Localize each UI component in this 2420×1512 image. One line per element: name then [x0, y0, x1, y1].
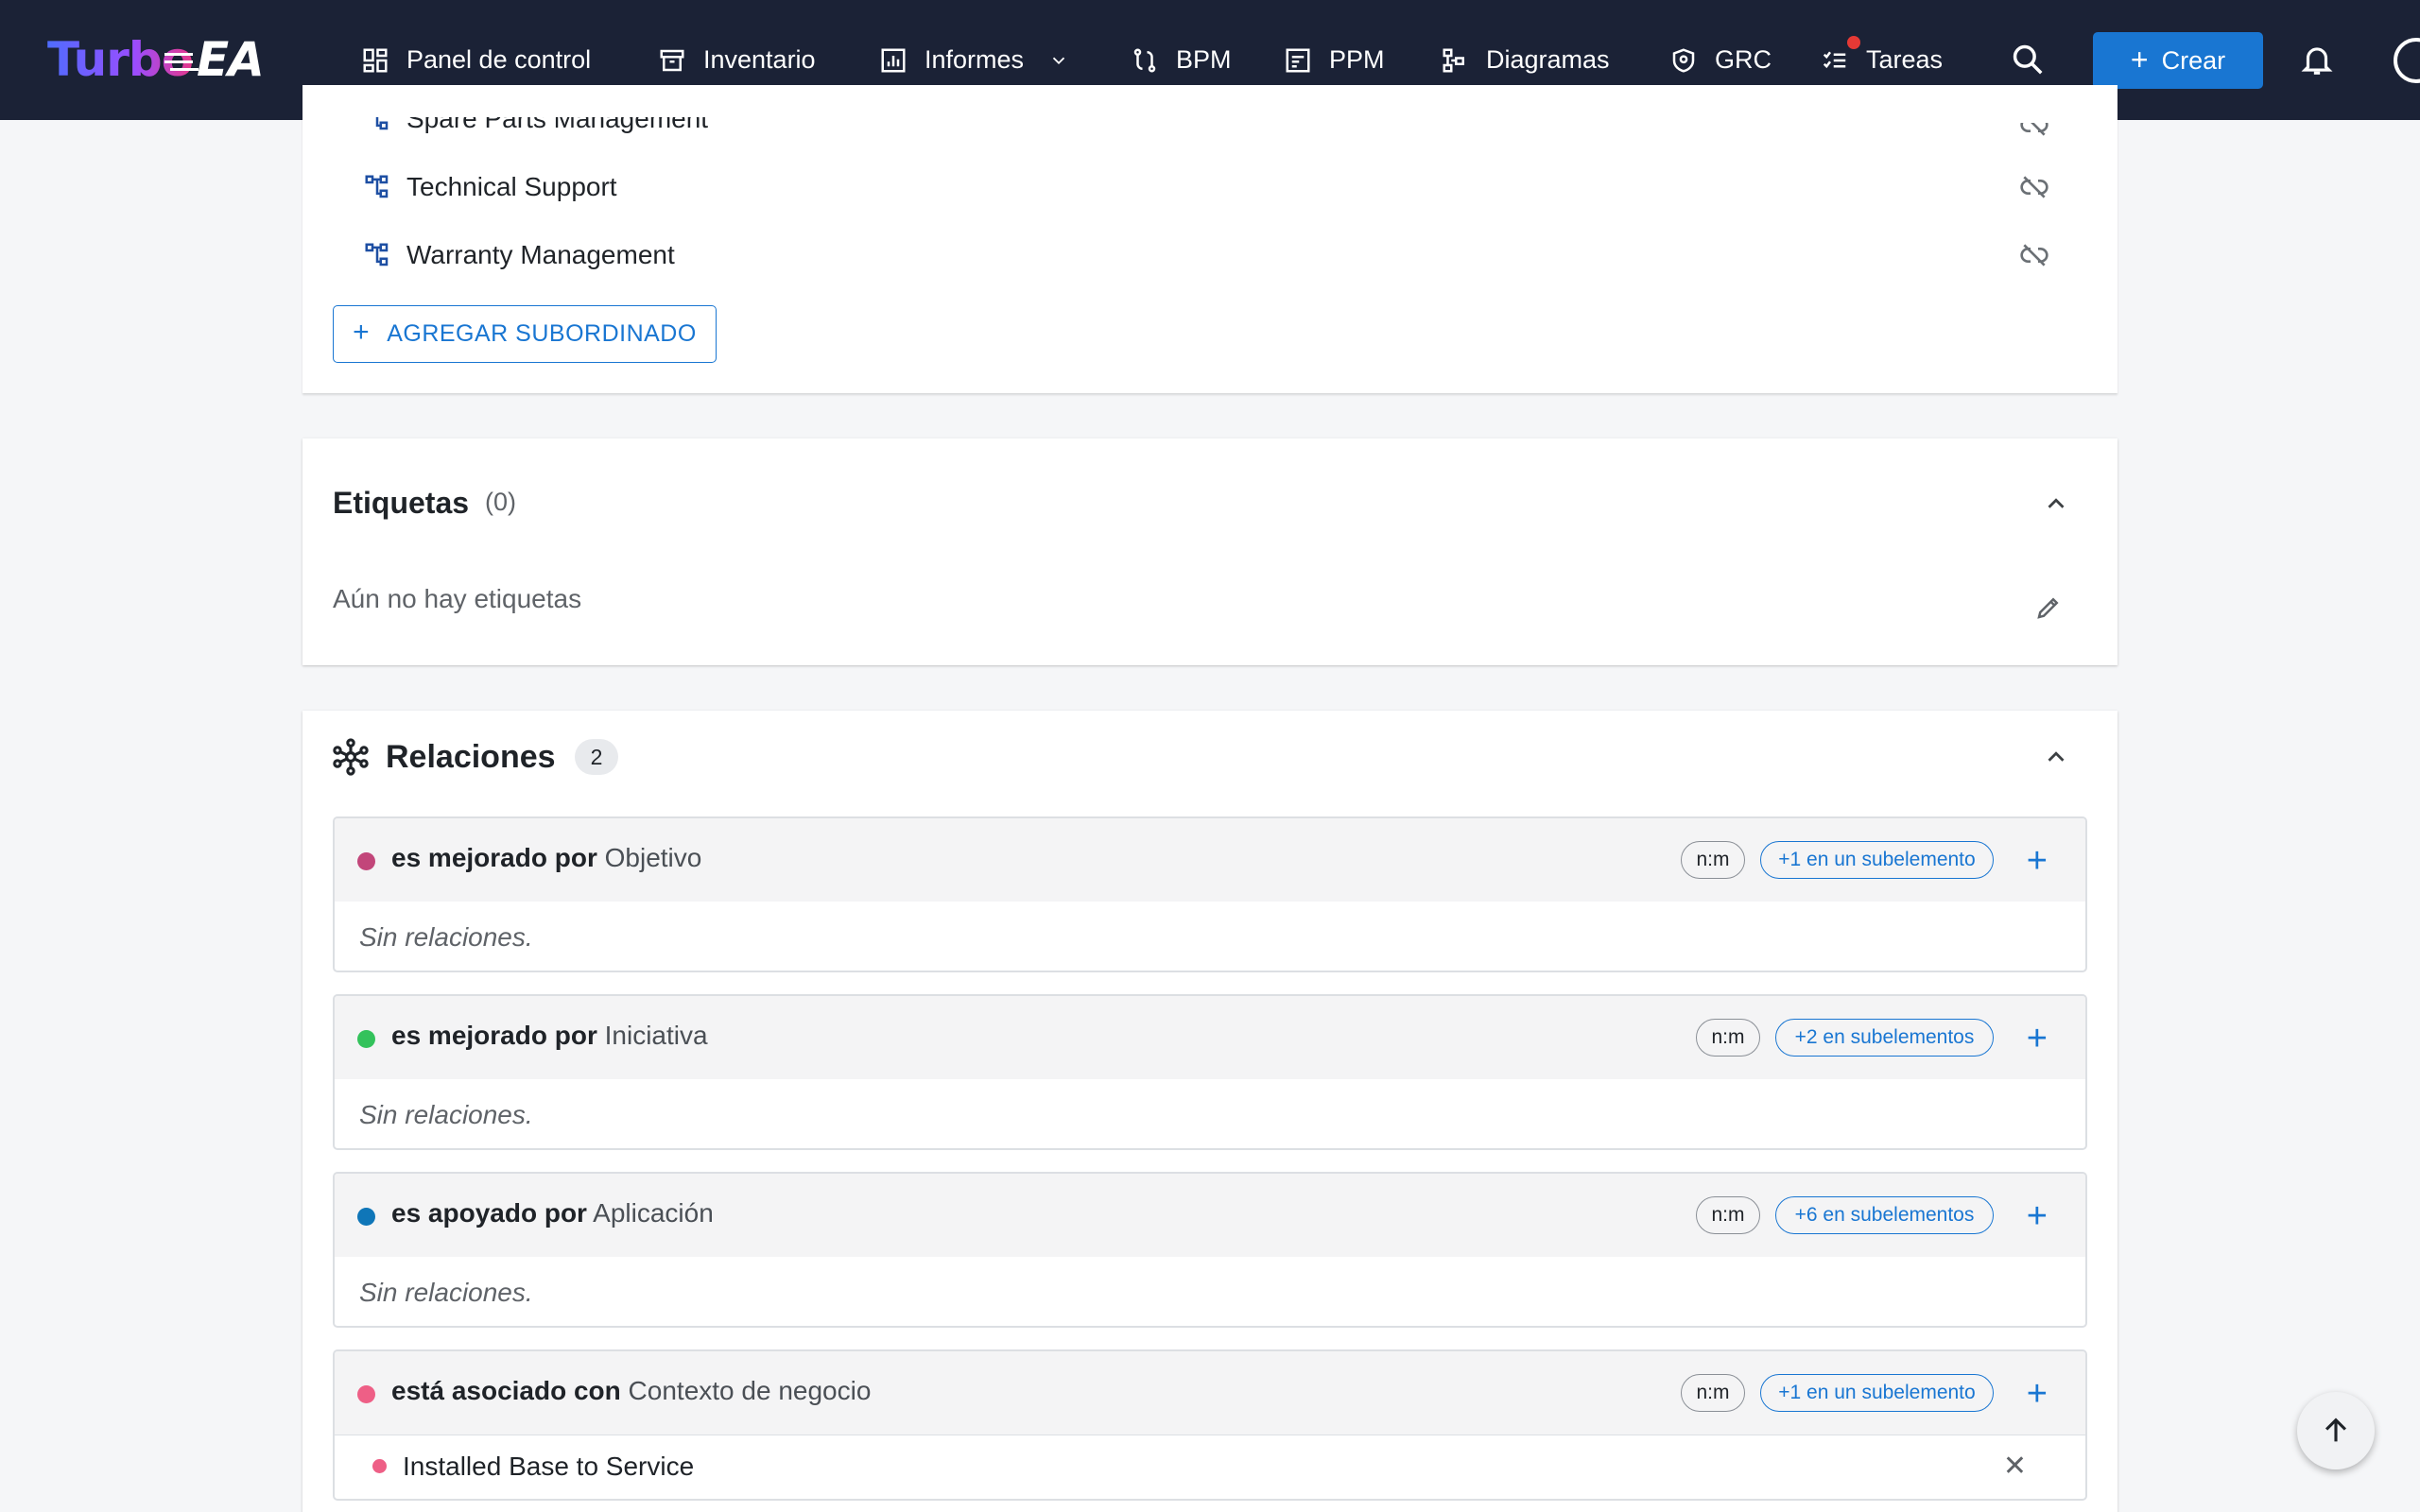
cardinality-chip: n:m	[1681, 1374, 1745, 1412]
relation-empty-text: Sin relaciones.	[359, 1100, 533, 1129]
relation-group-header[interactable]: es mejorado por Iniciativa n:m +2 en sub…	[335, 996, 2085, 1079]
relation-type-dot	[357, 1208, 375, 1226]
relation-group-header[interactable]: es mejorado por Objetivo n:m +1 en un su…	[335, 818, 2085, 902]
add-relation-button[interactable]: +	[2027, 1198, 2048, 1234]
unlink-icon[interactable]	[2019, 110, 2049, 140]
subelement-chip[interactable]: +1 en un subelemento	[1760, 1374, 1994, 1412]
subelement-chip[interactable]: +2 en subelementos	[1775, 1019, 1994, 1057]
add-relation-button[interactable]: +	[2027, 843, 2048, 879]
arrow-up-icon	[2325, 1418, 2347, 1442]
plus-icon: +	[353, 317, 371, 348]
add-child-button[interactable]: + AGREGAR SUBORDINADO	[333, 305, 717, 363]
relation-empty-text: Sin relaciones.	[359, 1278, 533, 1307]
diagram-icon	[1443, 48, 1464, 72]
chevron-up-icon[interactable]	[2042, 743, 2070, 771]
add-relation-button[interactable]: +	[2027, 1021, 2048, 1057]
tasks-icon	[1823, 51, 1846, 68]
create-button[interactable]: + Crear	[2093, 32, 2263, 89]
hierarchy-icon	[365, 175, 389, 198]
edit-pencil-icon[interactable]	[2034, 593, 2063, 622]
process-icon	[1133, 48, 1156, 72]
report-icon	[881, 48, 906, 72]
relation-group-objetivo: es mejorado por Objetivo n:m +1 en un su…	[333, 816, 2087, 972]
relations-count-badge: 2	[575, 739, 618, 775]
user-avatar[interactable]	[2394, 38, 2420, 83]
tags-empty-text: Aún no hay etiquetas	[333, 584, 582, 613]
archive-icon	[660, 49, 684, 71]
turbo-ea-logo[interactable]: Turbo EA	[47, 28, 265, 91]
relation-item-dot	[372, 1459, 387, 1473]
relation-empty-text: Sin relaciones.	[359, 922, 533, 952]
chevron-up-icon[interactable]	[2042, 490, 2070, 518]
relations-card: Relaciones 2 es mejorado por Objetivo n:…	[302, 711, 2118, 1512]
relation-type-dot	[357, 1030, 375, 1048]
child-item[interactable]: Spare Parts Management	[363, 117, 708, 138]
unlink-icon[interactable]	[2019, 172, 2049, 202]
remove-relation-close-icon[interactable]: ✕	[2003, 1450, 2027, 1483]
relation-group-header[interactable]: es apoyado por Aplicación n:m +6 en sube…	[335, 1174, 2085, 1257]
subelement-chip[interactable]: +6 en subelementos	[1775, 1196, 1994, 1234]
subelement-chip[interactable]: +1 en un subelemento	[1760, 841, 1994, 879]
dashboard-icon	[363, 48, 388, 72]
child-item[interactable]: Warranty Management	[363, 236, 675, 274]
add-relation-button[interactable]: +	[2027, 1376, 2048, 1412]
tags-title: Etiquetas	[333, 486, 470, 520]
hierarchy-icon	[365, 243, 389, 266]
shield-icon	[1672, 47, 1695, 73]
relation-type-dot	[357, 1385, 375, 1403]
unlink-icon[interactable]	[2019, 240, 2049, 270]
tags-card: Etiquetas (0) Aún no hay etiquetas	[302, 438, 2118, 665]
plus-icon: +	[2130, 42, 2149, 77]
relation-item[interactable]: Installed Base to Service ✕	[335, 1435, 2085, 1497]
cardinality-chip: n:m	[1681, 841, 1745, 879]
cardinality-chip: n:m	[1696, 1196, 1760, 1234]
scroll-to-top-button[interactable]	[2297, 1392, 2375, 1469]
child-item[interactable]: Technical Support	[363, 168, 617, 206]
relation-group-contexto-de-negocio: está asociado con Contexto de negocio n:…	[333, 1349, 2087, 1501]
cardinality-chip: n:m	[1696, 1019, 1760, 1057]
tags-count: (0)	[485, 488, 516, 516]
relation-group-iniciativa: es mejorado por Iniciativa n:m +2 en sub…	[333, 994, 2087, 1150]
hierarchy-icon	[375, 117, 389, 130]
relation-group-aplicacion: es apoyado por Aplicación n:m +6 en sube…	[333, 1172, 2087, 1328]
tasks-notification-dot	[1847, 36, 1860, 49]
chevron-down-icon	[1052, 57, 1065, 64]
relation-group-header[interactable]: está asociado con Contexto de negocio n:…	[335, 1351, 2085, 1435]
relation-type-dot	[357, 852, 375, 870]
network-icon	[333, 738, 369, 776]
search-icon[interactable]	[2010, 42, 2046, 77]
portfolio-icon	[1286, 48, 1310, 72]
relations-title: Relaciones	[386, 739, 556, 775]
bell-icon[interactable]	[2299, 40, 2335, 79]
children-card: Spare Parts Management Technical Support…	[302, 85, 2118, 393]
